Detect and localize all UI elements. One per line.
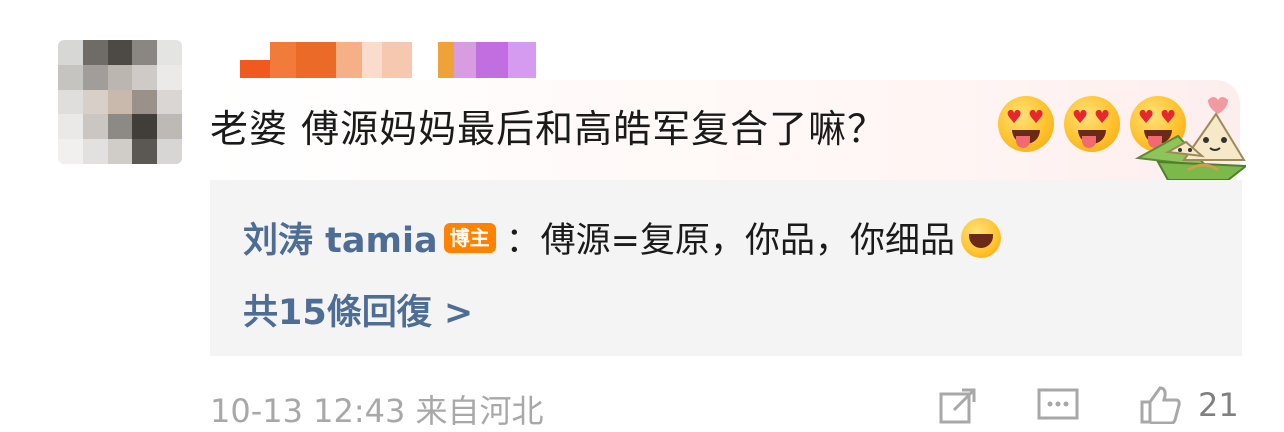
avatar[interactable] [58, 40, 182, 164]
view-more-replies-link[interactable]: 共15條回復 > [243, 284, 473, 335]
comment-text: 老婆 傅源妈妈最后和高皓军复合了嘛？ [210, 107, 887, 151]
author-badge: 博主 [443, 222, 496, 253]
grin-icon [960, 217, 1001, 258]
username-blurred[interactable] [240, 42, 536, 78]
reply-line: 刘涛 tamia 博主 ：傅源=复原，你品，你细品 [243, 212, 1001, 263]
like-count: 21 [1198, 386, 1239, 424]
heart-eyes-icon: ♥ ♥ [1064, 96, 1120, 152]
comment-meta: 10-13 12:43 来自河北 [210, 392, 544, 430]
reply-text: ：傅源=复原，你品，你细品 [505, 221, 955, 261]
zongzi-sticker-icon [1134, 97, 1246, 180]
like-icon[interactable] [1138, 384, 1182, 424]
comment-icon[interactable] [1036, 386, 1080, 426]
reply-author-link[interactable]: 刘涛 tamia [243, 212, 438, 263]
heart-eyes-icon: ♥ ♥ [998, 96, 1054, 152]
share-icon[interactable] [938, 386, 978, 426]
